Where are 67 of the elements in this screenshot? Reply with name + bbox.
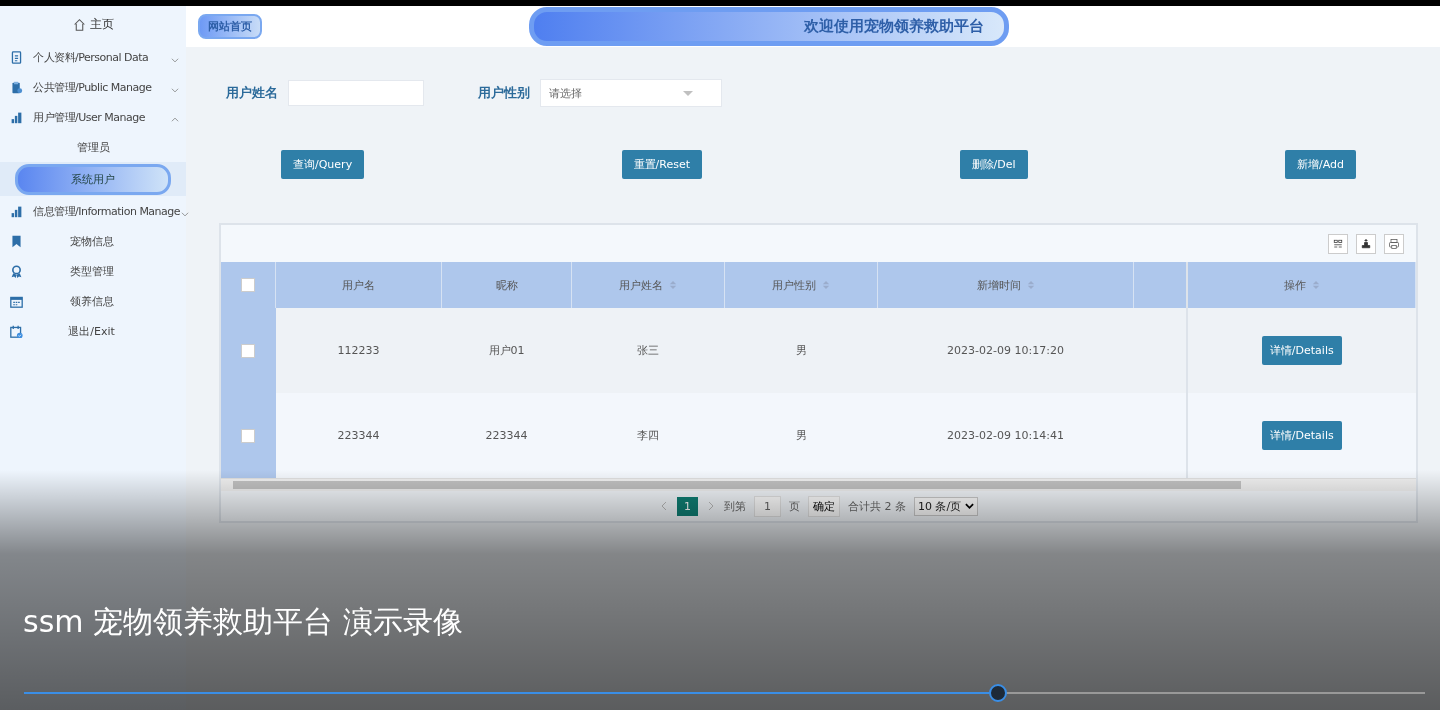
menu-item[interactable]: 公共管理/Public Manage xyxy=(0,72,186,102)
document-icon xyxy=(10,50,23,64)
field-label: 用户性别 xyxy=(478,84,530,102)
calendar-check-icon xyxy=(10,324,23,338)
bookmark-icon xyxy=(10,234,23,248)
home-link[interactable]: 网站首页 xyxy=(198,14,262,39)
action-button[interactable]: 新增/Add xyxy=(1285,150,1356,179)
details-button[interactable]: 详情/Details xyxy=(1261,421,1342,450)
confirm-button[interactable]: 确定 xyxy=(807,495,840,517)
sort-icon xyxy=(1311,280,1320,290)
menu-item[interactable]: 类型管理 xyxy=(0,256,186,286)
video-title: ssm 宠物领养救助平台 演示录像 xyxy=(23,603,463,641)
action-button[interactable]: 重置/Reset xyxy=(621,150,703,179)
column-header: 用户名 xyxy=(275,262,442,308)
column-header: 用户性别 xyxy=(724,262,878,308)
column-header: 操作 xyxy=(1187,262,1416,308)
dropdown-icon xyxy=(683,90,693,96)
column-header: 用户姓名 xyxy=(571,262,725,308)
page-button[interactable]: 1 xyxy=(676,496,698,516)
column-header: 新增时间 xyxy=(877,262,1134,308)
toolbar-button[interactable] xyxy=(1356,233,1376,254)
pager-label: 到第 xyxy=(723,498,746,514)
details-button[interactable]: 详情/Details xyxy=(1261,336,1342,365)
menu-item[interactable]: 宠物信息 xyxy=(0,226,186,256)
page-title: 欢迎使用宠物领养救助平台 xyxy=(529,7,1009,46)
select-field[interactable]: 请选择 xyxy=(540,79,722,107)
badge-icon xyxy=(10,264,23,278)
bar-chart-icon xyxy=(10,110,23,124)
table-cell: 用户01 xyxy=(441,308,572,393)
table-cell: 张三 xyxy=(571,308,725,393)
horizontal-scrollbar[interactable] xyxy=(221,478,1416,491)
checkbox[interactable] xyxy=(241,278,255,292)
clipboard-icon xyxy=(10,80,23,94)
checkbox[interactable] xyxy=(241,428,256,443)
caret-icon xyxy=(965,502,975,510)
column-header: 昵称 xyxy=(441,262,572,308)
print-icon xyxy=(1388,237,1400,250)
sort-icon xyxy=(669,280,677,290)
table-cell: 2023-02-09 10:17:20 xyxy=(877,308,1134,393)
menu-item[interactable]: 信息管理/Information Manage xyxy=(0,196,186,226)
submenu-item[interactable]: 系统用户 xyxy=(15,163,171,195)
text-field[interactable] xyxy=(288,80,424,106)
export-icon xyxy=(1360,237,1372,250)
menu-item[interactable]: 退出/Exit xyxy=(0,316,186,346)
total-count: 合计共 2 条 xyxy=(847,498,906,514)
checkbox[interactable] xyxy=(241,343,256,358)
table-cell: 112233 xyxy=(275,308,442,393)
calendar-icon xyxy=(10,294,23,308)
submenu-item[interactable]: 管理员 xyxy=(76,135,110,159)
action-button[interactable]: 删除/Del xyxy=(959,150,1028,179)
field-label: 用户姓名 xyxy=(226,84,278,102)
bar-chart-icon xyxy=(10,204,23,218)
sort-icon xyxy=(1026,280,1035,290)
columns-icon xyxy=(1332,237,1344,250)
progress-thumb[interactable] xyxy=(988,684,1007,702)
action-button[interactable]: 查询/Query xyxy=(281,150,365,179)
menu-item[interactable]: 领养信息 xyxy=(0,286,186,316)
page-size-select[interactable]: 10 条/页 xyxy=(913,496,979,516)
table-cell: 男 xyxy=(724,308,878,393)
sort-icon xyxy=(822,280,830,290)
home-icon xyxy=(72,17,86,31)
table-cell: 223344 xyxy=(275,393,442,478)
pager-label: 页 xyxy=(788,498,800,514)
menu-item[interactable]: 用户管理/User Manage xyxy=(0,102,186,132)
home-link[interactable]: 主页 xyxy=(0,12,186,36)
menu-item[interactable]: 个人资料/Personal Data xyxy=(0,42,186,72)
page-field[interactable]: 1 xyxy=(753,495,781,517)
